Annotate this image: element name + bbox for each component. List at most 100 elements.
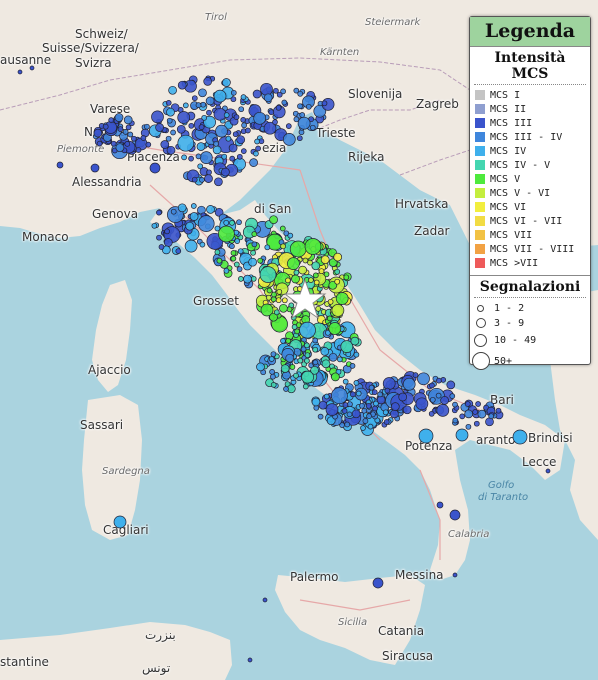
report-marker[interactable]: [337, 356, 343, 363]
report-marker[interactable]: [368, 384, 375, 391]
report-marker[interactable]: [228, 143, 238, 153]
report-marker[interactable]: [199, 177, 205, 183]
report-marker[interactable]: [233, 261, 240, 268]
report-marker[interactable]: [123, 115, 133, 125]
report-marker[interactable]: [346, 411, 353, 418]
report-marker[interactable]: [311, 261, 321, 271]
report-marker[interactable]: [200, 101, 207, 108]
report-marker[interactable]: [206, 205, 215, 214]
report-marker[interactable]: [315, 305, 322, 312]
report-marker[interactable]: [184, 239, 198, 253]
report-marker[interactable]: [275, 104, 282, 111]
report-marker[interactable]: [229, 220, 235, 226]
report-marker[interactable]: [313, 279, 320, 286]
report-marker[interactable]: [236, 219, 242, 226]
report-marker[interactable]: [376, 395, 386, 405]
report-marker[interactable]: [367, 423, 374, 430]
report-marker[interactable]: [276, 91, 283, 98]
report-marker[interactable]: [429, 382, 435, 389]
report-marker[interactable]: [472, 409, 478, 415]
report-marker[interactable]: [512, 429, 528, 445]
report-marker[interactable]: [17, 69, 23, 75]
report-marker[interactable]: [213, 140, 219, 147]
report-marker[interactable]: [285, 277, 291, 284]
report-marker[interactable]: [436, 404, 450, 417]
report-marker[interactable]: [280, 243, 286, 250]
report-marker[interactable]: [218, 225, 235, 243]
report-marker[interactable]: [230, 250, 237, 256]
report-marker[interactable]: [371, 389, 378, 396]
report-marker[interactable]: [166, 117, 173, 124]
report-marker[interactable]: [350, 391, 356, 398]
report-marker[interactable]: [390, 402, 400, 411]
report-marker[interactable]: [230, 255, 237, 262]
report-marker[interactable]: [366, 413, 372, 419]
report-marker[interactable]: [485, 417, 494, 427]
report-marker[interactable]: [312, 346, 319, 353]
report-marker[interactable]: [350, 336, 360, 346]
report-marker[interactable]: [287, 257, 300, 270]
report-marker[interactable]: [166, 107, 175, 117]
report-marker[interactable]: [440, 396, 449, 405]
report-marker[interactable]: [415, 397, 429, 411]
report-marker[interactable]: [56, 161, 64, 169]
report-marker[interactable]: [248, 257, 257, 267]
report-marker[interactable]: [271, 291, 277, 298]
report-marker[interactable]: [158, 244, 165, 250]
report-marker[interactable]: [201, 114, 208, 121]
report-marker[interactable]: [344, 421, 351, 428]
report-marker[interactable]: [165, 100, 172, 106]
report-marker[interactable]: [355, 390, 362, 397]
report-marker[interactable]: [189, 212, 199, 221]
report-marker[interactable]: [127, 131, 134, 138]
report-marker[interactable]: [124, 141, 131, 147]
report-marker[interactable]: [334, 278, 341, 285]
report-marker[interactable]: [188, 155, 194, 162]
report-marker[interactable]: [349, 363, 356, 369]
report-marker[interactable]: [263, 93, 273, 103]
report-marker[interactable]: [252, 89, 262, 99]
report-marker[interactable]: [320, 255, 330, 265]
report-marker[interactable]: [436, 377, 442, 384]
report-marker[interactable]: [198, 88, 207, 98]
report-marker[interactable]: [145, 141, 152, 148]
report-marker[interactable]: [398, 392, 408, 402]
report-marker[interactable]: [229, 243, 235, 250]
report-marker[interactable]: [282, 133, 296, 146]
report-marker[interactable]: [321, 100, 328, 107]
report-marker[interactable]: [297, 116, 311, 130]
report-marker[interactable]: [203, 77, 213, 86]
report-marker[interactable]: [206, 169, 212, 176]
report-marker[interactable]: [351, 409, 361, 419]
report-marker[interactable]: [204, 174, 213, 183]
report-marker[interactable]: [304, 238, 322, 255]
report-marker[interactable]: [275, 297, 282, 304]
report-marker[interactable]: [435, 392, 442, 399]
report-marker[interactable]: [151, 110, 164, 124]
report-marker[interactable]: [262, 597, 268, 603]
report-marker[interactable]: [279, 225, 286, 232]
report-marker[interactable]: [256, 362, 265, 372]
report-marker[interactable]: [90, 163, 100, 173]
report-marker[interactable]: [156, 234, 162, 241]
report-marker[interactable]: [285, 123, 292, 129]
report-marker[interactable]: [360, 425, 366, 431]
report-marker[interactable]: [341, 408, 348, 414]
report-marker[interactable]: [297, 357, 304, 364]
report-marker[interactable]: [273, 309, 280, 316]
report-marker[interactable]: [452, 572, 458, 578]
report-marker[interactable]: [359, 402, 365, 409]
report-marker[interactable]: [165, 135, 172, 142]
report-marker[interactable]: [449, 393, 456, 399]
report-marker[interactable]: [449, 509, 461, 521]
report-marker[interactable]: [199, 241, 206, 248]
report-marker[interactable]: [446, 380, 456, 390]
report-marker[interactable]: [251, 231, 258, 237]
report-marker[interactable]: [335, 292, 349, 305]
report-marker[interactable]: [250, 275, 257, 282]
report-marker[interactable]: [29, 65, 35, 71]
report-marker[interactable]: [280, 364, 290, 373]
report-marker[interactable]: [285, 353, 295, 363]
report-marker[interactable]: [452, 417, 459, 424]
report-marker[interactable]: [170, 129, 176, 136]
